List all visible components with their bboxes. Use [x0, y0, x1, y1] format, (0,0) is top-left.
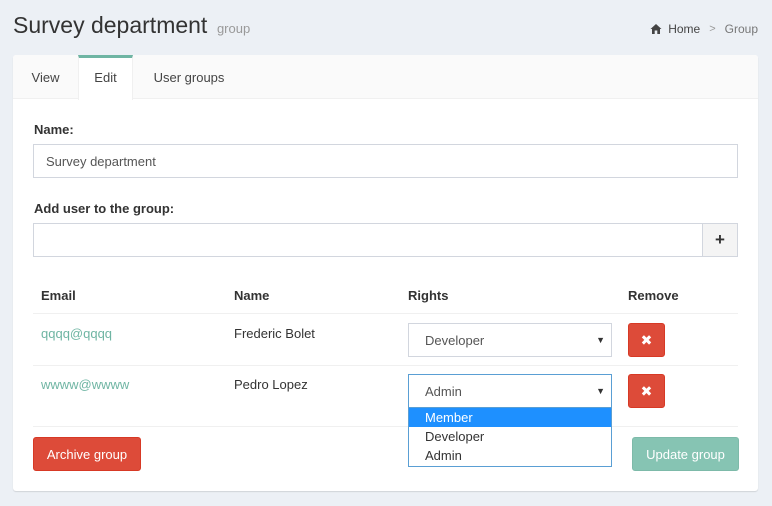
name-label: Name: [34, 122, 74, 137]
dropdown-option-member[interactable]: Member [409, 408, 611, 427]
column-header-rights: Rights [408, 288, 449, 303]
group-box: View Edit User groups Name: Survey depar… [13, 55, 758, 491]
remove-user-button[interactable]: ✖ [628, 374, 665, 408]
column-header-name: Name [234, 288, 270, 303]
archive-group-button[interactable]: Archive group [33, 437, 141, 471]
caret-down-icon: ▼ [596, 386, 605, 396]
update-group-button[interactable]: Update group [632, 437, 739, 471]
add-user-input[interactable] [33, 223, 703, 257]
page-subtitle: group [216, 21, 251, 36]
column-header-remove: Remove [628, 288, 679, 303]
times-icon: ✖ [640, 331, 653, 348]
table-divider [33, 426, 738, 427]
row-email-link[interactable]: qqqq@qqqq [41, 326, 112, 341]
tab-edit[interactable]: Edit [78, 55, 133, 100]
add-user-label: Add user to the group: [34, 201, 175, 216]
page-header: Survey department group Home > Group [13, 12, 758, 44]
row-email-link[interactable]: wwww@wwww [41, 377, 129, 392]
home-icon[interactable] [650, 23, 662, 35]
add-user-button[interactable]: + [702, 223, 738, 257]
times-icon: ✖ [640, 382, 653, 399]
breadcrumb: Home > Group [650, 22, 758, 36]
breadcrumb-current: Group [724, 22, 758, 36]
breadcrumb-separator: > [709, 23, 716, 35]
column-header-email: Email [41, 288, 76, 303]
breadcrumb-home-link[interactable]: Home [668, 22, 700, 36]
remove-user-button[interactable]: ✖ [628, 323, 665, 357]
rights-select-value: Developer [425, 332, 485, 348]
table-divider [33, 365, 738, 366]
caret-down-icon: ▼ [596, 335, 605, 345]
row-user-name: Pedro Lopez [234, 377, 308, 392]
name-input[interactable]: Survey department [33, 144, 738, 178]
rights-select-value: Admin [425, 383, 462, 399]
rights-dropdown-menu: Member Developer Admin [408, 407, 612, 467]
table-divider [33, 313, 738, 314]
dropdown-option-developer[interactable]: Developer [409, 427, 611, 446]
rights-select[interactable]: Developer ▼ [408, 323, 612, 357]
page-title: Survey department [13, 12, 208, 38]
dropdown-option-admin[interactable]: Admin [409, 446, 611, 465]
rights-select[interactable]: Admin ▼ [408, 374, 612, 408]
tab-user-groups[interactable]: User groups [141, 55, 237, 99]
tab-bar: View Edit User groups [13, 55, 758, 100]
tab-view[interactable]: View [13, 55, 78, 99]
row-user-name: Frederic Bolet [234, 326, 315, 341]
